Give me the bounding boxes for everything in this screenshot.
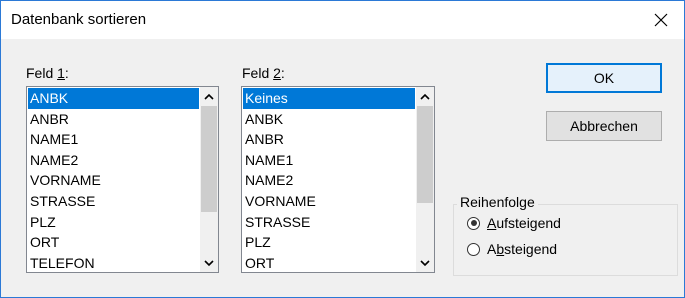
list-item[interactable]: STRASSE [243, 212, 415, 233]
field1-scrollbar[interactable] [200, 87, 218, 272]
list-item[interactable]: ANBK [243, 109, 415, 130]
scroll-up-button[interactable] [200, 87, 218, 105]
chevron-down-icon [420, 259, 430, 266]
field2-listbox[interactable]: Keines ANBK ANBR NAME1 NAME2 VORNAME STRASSE PL… [241, 86, 435, 273]
list-item[interactable]: ORT [243, 253, 415, 272]
dialog-title: Datenbank sortieren [11, 11, 147, 28]
sort-database-dialog: Datenbank sortieren Feld 1: ANBK ANBR NAME… [0, 0, 685, 298]
field1-label: Feld 1: [26, 65, 69, 81]
chevron-down-icon [204, 259, 214, 266]
list-item[interactable]: ANBR [28, 109, 199, 130]
chevron-up-icon [204, 93, 214, 100]
chevron-up-icon [420, 93, 430, 100]
close-button[interactable] [638, 1, 684, 39]
list-item[interactable]: VORNAME [28, 170, 199, 191]
radio-circle [467, 216, 480, 230]
radio-dot [470, 220, 477, 226]
field2-label: Feld 2: [242, 65, 285, 81]
order-group-label: Reihenfolge [457, 194, 538, 210]
ok-button[interactable]: OK [546, 63, 662, 93]
title-bar: Datenbank sortieren [1, 1, 684, 39]
cancel-button[interactable]: Abbrechen [546, 111, 662, 141]
list-item[interactable]: TELEFON [28, 253, 199, 272]
list-item[interactable]: Keines [243, 88, 415, 109]
list-item[interactable]: NAME2 [28, 150, 199, 171]
list-item[interactable]: VORNAME [243, 191, 415, 212]
list-item[interactable]: ANBR [243, 129, 415, 150]
field1-listbox[interactable]: ANBK ANBR NAME1 NAME2 VORNAME STRASSE PLZ ORT TE… [26, 86, 219, 273]
descending-label: Absteigend [487, 241, 558, 257]
list-item[interactable]: ORT [28, 232, 199, 253]
close-icon [654, 13, 668, 27]
field2-scrollbar[interactable] [416, 87, 434, 272]
scroll-thumb[interactable] [417, 106, 433, 203]
list-item[interactable]: NAME1 [243, 150, 415, 171]
list-item[interactable]: NAME1 [28, 129, 199, 150]
list-item[interactable]: PLZ [28, 212, 199, 233]
scroll-thumb[interactable] [201, 106, 217, 212]
scroll-down-button[interactable] [416, 254, 434, 272]
list-item[interactable]: STRASSE [28, 191, 199, 212]
scroll-up-button[interactable] [416, 87, 434, 105]
ascending-label: Aufsteigend [487, 215, 561, 231]
list-item[interactable]: PLZ [243, 232, 415, 253]
scroll-down-button[interactable] [200, 254, 218, 272]
radio-circle [467, 242, 480, 256]
list-item[interactable]: ANBK [28, 88, 199, 109]
ascending-radio[interactable]: Aufsteigend [467, 215, 561, 231]
descending-radio[interactable]: Absteigend [467, 241, 557, 257]
list-item[interactable]: NAME2 [243, 170, 415, 191]
